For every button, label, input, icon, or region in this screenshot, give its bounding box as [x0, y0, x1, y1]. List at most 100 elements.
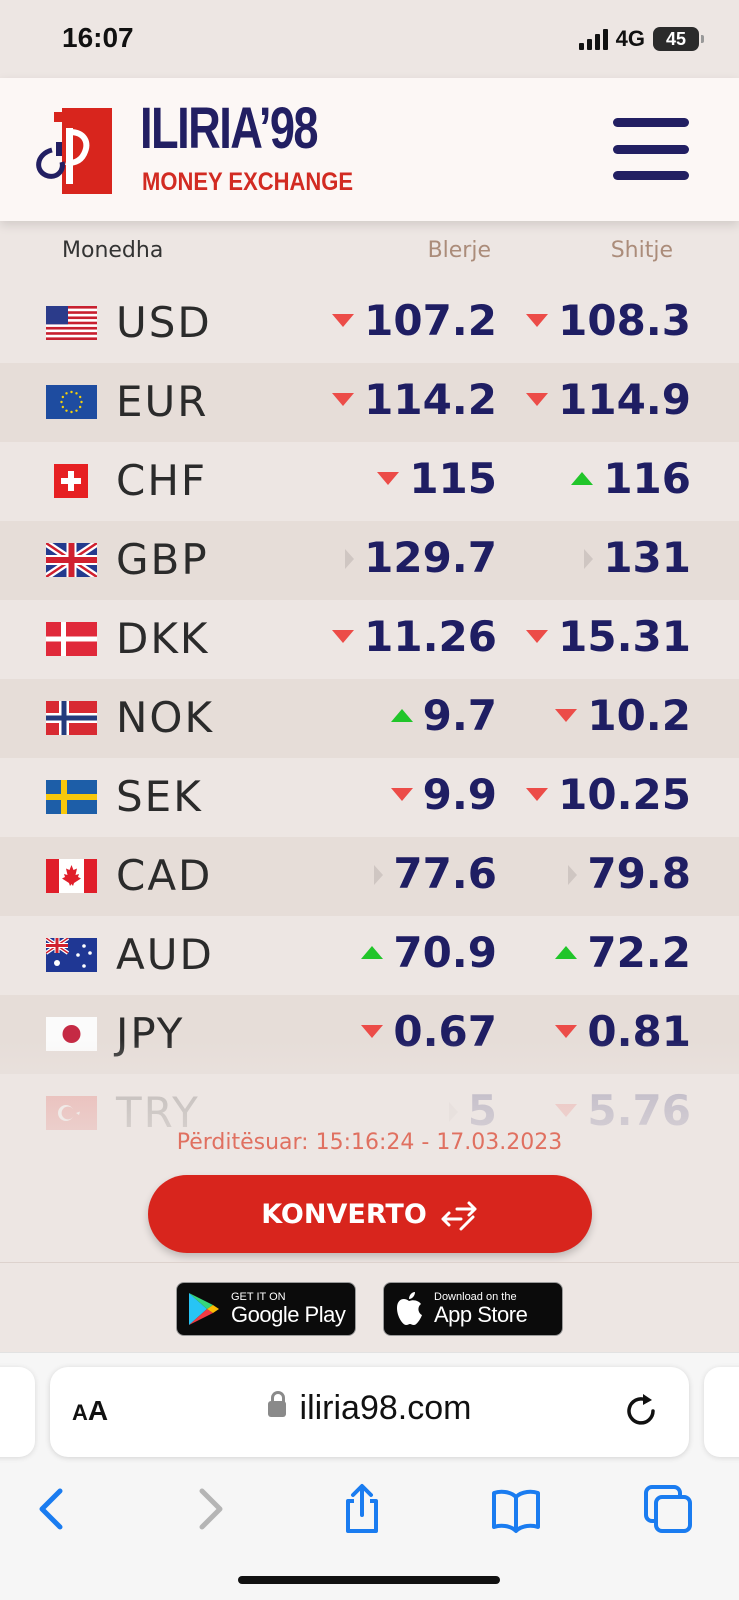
trend-up-icon	[555, 946, 578, 959]
trend-down-icon	[555, 1104, 578, 1117]
sell-rate: 0.81	[587, 1007, 691, 1056]
share-icon[interactable]	[336, 1483, 388, 1535]
sell-rate: 10.2	[587, 691, 691, 740]
menu-icon[interactable]	[613, 118, 689, 180]
rates-table-header: Monedha Blerje Shitje	[0, 238, 739, 268]
rate-row-eur[interactable]: EUR 114.2 114.9	[0, 363, 739, 442]
app-store-band	[0, 1262, 739, 1354]
buy-rate: 107.2	[364, 296, 497, 345]
trend-down-icon	[526, 393, 549, 406]
trend-unchanged-icon	[345, 549, 355, 569]
rate-row-sek[interactable]: SEK 9.9 10.25	[0, 758, 739, 837]
jp-flag-icon	[46, 1017, 97, 1051]
buy-rate: 70.9	[393, 928, 497, 977]
buy-rate: 9.7	[422, 691, 497, 740]
currency-code: CHF	[116, 456, 208, 505]
tr-flag-icon	[46, 1096, 97, 1130]
gb-flag-icon	[46, 543, 97, 577]
status-bar: 16:07 4G 45	[0, 0, 739, 78]
convert-button-label: KONVERTO	[261, 1198, 427, 1230]
eu-flag-icon	[46, 385, 97, 419]
previous-tab-preview[interactable]	[0, 1367, 35, 1457]
rate-row-nok[interactable]: NOK 9.7 10.2	[0, 679, 739, 758]
app-store-big-text: App Store	[434, 1301, 528, 1327]
currency-code: NOK	[116, 693, 215, 742]
brand-name: ILIRIA’98	[140, 96, 319, 161]
google-play-badge[interactable]: GET IT ON Google Play	[176, 1282, 356, 1336]
rate-row-usd[interactable]: USD 107.2 108.3	[0, 284, 739, 363]
tabs-icon[interactable]	[642, 1483, 694, 1535]
back-icon[interactable]	[26, 1483, 78, 1535]
reload-icon[interactable]	[621, 1391, 661, 1431]
currency-code: SEK	[116, 772, 203, 821]
buy-rate: 5	[467, 1086, 497, 1130]
address-bar[interactable]: AA iliria98.com	[50, 1367, 689, 1457]
column-buy: Blerje	[427, 238, 491, 263]
column-currency: Monedha	[62, 238, 164, 263]
url-display[interactable]: iliria98.com	[50, 1389, 689, 1428]
app-store-badge[interactable]: Download on the App Store	[383, 1282, 563, 1336]
apple-icon	[397, 1292, 422, 1325]
google-play-icon	[189, 1293, 219, 1325]
ca-flag-icon	[46, 859, 97, 893]
trend-unchanged-icon	[448, 1102, 458, 1122]
au-flag-icon	[46, 938, 97, 972]
cellular-signal-icon	[578, 28, 608, 50]
no-flag-icon	[46, 701, 97, 735]
sell-rate: 108.3	[558, 296, 691, 345]
sell-rate: 116	[603, 454, 691, 503]
currency-code: JPY	[116, 1009, 185, 1058]
last-updated: Përditësuar: 15:16:24 - 17.03.2023	[176, 1130, 563, 1155]
currency-code: DKK	[116, 614, 210, 663]
rate-row-cad[interactable]: CAD 77.6 79.8	[0, 837, 739, 916]
iliria-logo-icon[interactable]	[32, 102, 114, 196]
url-text: iliria98.com	[299, 1389, 472, 1427]
trend-down-icon	[332, 630, 355, 643]
lock-icon	[267, 1391, 286, 1417]
rate-row-dkk[interactable]: DKK 11.26 15.31	[0, 600, 739, 679]
rate-row-chf[interactable]: CHF 115 116	[0, 442, 739, 521]
trend-unchanged-icon	[568, 865, 578, 885]
forward-icon[interactable]	[184, 1483, 236, 1535]
trend-down-icon	[377, 472, 400, 485]
trend-down-icon	[526, 788, 549, 801]
rate-row-try[interactable]: TRY 5 5.76	[0, 1074, 739, 1130]
rate-row-aud[interactable]: AUD 70.9 72.2	[0, 916, 739, 995]
trend-down-icon	[332, 314, 355, 327]
sell-rate: 5.76	[587, 1086, 691, 1130]
currency-code: EUR	[116, 377, 209, 426]
rate-row-gbp[interactable]: GBP 129.7 131	[0, 521, 739, 600]
sell-rate: 10.25	[558, 770, 691, 819]
buy-rate: 0.67	[393, 1007, 497, 1056]
trend-down-icon	[555, 1025, 578, 1038]
currency-code: TRY	[116, 1088, 200, 1130]
convert-button[interactable]: KONVERTO	[148, 1175, 592, 1253]
rates-list[interactable]: USD 107.2 108.3 EUR 114.2 114.9 CHF 115 116 GBP 12…	[0, 284, 739, 1130]
brand-subtitle: MONEY EXCHANGE	[142, 168, 354, 196]
currency-code: GBP	[116, 535, 209, 584]
sell-rate: 72.2	[587, 928, 691, 977]
buy-rate: 129.7	[364, 533, 497, 582]
sell-rate: 131	[603, 533, 691, 582]
trend-down-icon	[526, 314, 549, 327]
bookmarks-icon[interactable]	[490, 1483, 542, 1535]
exchange-arrows-icon	[441, 1201, 477, 1231]
rate-row-jpy[interactable]: JPY 0.67 0.81	[0, 995, 739, 1074]
trend-down-icon	[332, 393, 355, 406]
trend-up-icon	[361, 946, 384, 959]
buy-rate: 9.9	[422, 770, 497, 819]
buy-rate: 114.2	[364, 375, 497, 424]
trend-unchanged-icon	[374, 865, 384, 885]
trend-down-icon	[361, 1025, 384, 1038]
sell-rate: 114.9	[558, 375, 691, 424]
status-time: 16:07	[62, 22, 134, 53]
column-sell: Shitje	[610, 238, 673, 263]
network-type: 4G	[615, 26, 645, 51]
trend-up-icon	[571, 472, 594, 485]
dk-flag-icon	[46, 622, 97, 656]
currency-code: USD	[116, 298, 212, 347]
next-tab-preview[interactable]	[704, 1367, 739, 1457]
google-play-big-text: Google Play	[231, 1301, 346, 1327]
sell-rate: 15.31	[558, 612, 691, 661]
sell-rate: 79.8	[587, 849, 691, 898]
